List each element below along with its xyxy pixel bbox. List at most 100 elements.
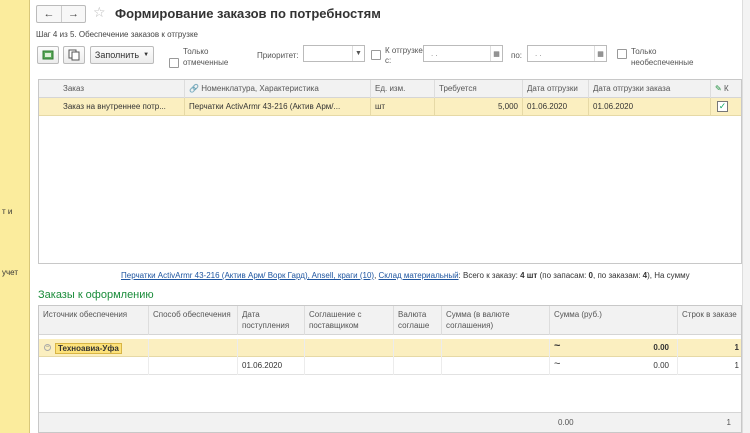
supplier-tag: Техноавиа-Уфа xyxy=(55,343,122,354)
col-order[interactable]: Заказ xyxy=(59,80,185,98)
collapse-icon[interactable]: − xyxy=(44,344,51,351)
cell-required: 5,000 xyxy=(435,98,523,116)
col-check[interactable]: ✎ К xyxy=(711,80,743,98)
only-unsecured-label-2: необеспеченные xyxy=(631,58,694,67)
form-window: ← → ☆ Формирование заказов по потребност… xyxy=(31,0,742,433)
totals-footer: 0.00 1 xyxy=(39,412,741,432)
cell-ship-date: 01.06.2020 xyxy=(523,98,589,116)
cell-sum-currency xyxy=(442,357,550,375)
cell-nomenclature: Перчатки ActivArmr 43-216 (Актив Арм/... xyxy=(185,98,371,116)
fill-dropdown-button[interactable]: Заполнить ▼ xyxy=(90,46,154,64)
section-title: Заказы к оформлению xyxy=(38,289,154,301)
summary-text-1: : Всего к заказу: xyxy=(458,271,521,280)
col-required[interactable]: Требуется xyxy=(435,80,523,98)
only-marked-checkbox[interactable] xyxy=(169,58,179,68)
calendar-icon[interactable]: ▦ xyxy=(490,46,502,61)
summary-total: 4 шт xyxy=(520,271,538,280)
approx-sign: ~ xyxy=(554,340,561,352)
cell-sum-currency xyxy=(442,339,550,357)
cell-sum-rub: ~ 0.00 xyxy=(550,339,678,357)
cell-unit: шт xyxy=(371,98,435,116)
col-lines[interactable]: Строк в заказе xyxy=(678,306,743,335)
dropdown-arrow-icon: ▼ xyxy=(143,52,150,58)
cell-agreement xyxy=(305,357,394,375)
selection-summary: Перчатки ActivArmr 43-216 (Актив Арм/ Во… xyxy=(121,271,690,280)
copy-icon[interactable] xyxy=(63,46,85,64)
orders-to-issue-header: Источник обеспечения Способ обеспечения … xyxy=(39,306,741,335)
detail-row[interactable]: 01.06.2020 ~ 0.00 1 xyxy=(39,357,741,375)
to-date-input[interactable]: . . ▦ xyxy=(527,45,607,62)
title-bar: ← → ☆ Формирование заказов по потребност… xyxy=(31,3,742,25)
only-unsecured-label-1: Только xyxy=(631,47,657,56)
sum-rub-value: 0.00 xyxy=(653,343,669,352)
ship-from-date-value: . . xyxy=(431,49,438,58)
nomenclature-link[interactable]: Перчатки ActivArmr 43-216 (Актив Арм/ Во… xyxy=(121,271,374,280)
col-agreement[interactable]: Соглашение с поставщиком xyxy=(305,306,394,335)
cell-currency xyxy=(394,339,442,357)
cell-source: − Техноавиа-Уфа xyxy=(39,339,149,357)
summary-text-3: , по заказам: xyxy=(593,271,643,280)
refresh-green-icon[interactable] xyxy=(37,46,59,64)
col-unit[interactable]: Ед. изм. xyxy=(371,80,435,98)
cell-order: Заказ на внутреннее потр... xyxy=(59,98,185,116)
favorite-star-icon[interactable]: ☆ xyxy=(93,4,106,21)
only-marked-label-2: отмеченные xyxy=(183,58,229,67)
background-text-1: т и xyxy=(2,207,13,216)
toolbar: Заполнить ▼ Только отмеченные Приоритет:… xyxy=(31,44,742,74)
cell-agreement xyxy=(305,339,394,357)
col-ship-date[interactable]: Дата отгрузки xyxy=(523,80,589,98)
summary-text-2: (по запасам: xyxy=(537,271,589,280)
col-nomenclature[interactable]: 🔗 Номенклатура, Характеристика xyxy=(185,80,371,98)
calendar-icon[interactable]: ▦ xyxy=(594,46,606,61)
cell-lines: 1 xyxy=(734,343,739,352)
cell-receipt-date: 01.06.2020 xyxy=(238,357,305,375)
orders-table: Заказ 🔗 Номенклатура, Характеристика Ед.… xyxy=(38,79,742,264)
footer-sum-rub: 0.00 xyxy=(558,418,574,427)
row-checkbox-checked[interactable]: ✓ xyxy=(717,101,728,112)
footer-lines: 1 xyxy=(726,418,731,427)
ship-from-date-input[interactable]: . . ▦ xyxy=(423,45,503,62)
col-sum-rub[interactable]: Сумма (руб.) xyxy=(550,306,678,335)
ship-from-checkbox[interactable] xyxy=(371,50,381,60)
cell-receipt-date xyxy=(238,339,305,357)
priority-select[interactable]: ▼ xyxy=(303,45,365,62)
cell-check[interactable]: ✓ xyxy=(711,98,743,116)
cell-method xyxy=(149,357,238,375)
only-marked-label-1: Только xyxy=(183,47,209,56)
group-row[interactable]: − Техноавиа-Уфа ~ 0.00 1 xyxy=(39,339,741,357)
orders-table-header: Заказ 🔗 Номенклатура, Характеристика Ед.… xyxy=(39,80,741,98)
col-sum-currency[interactable]: Сумма (в валюте соглашения) xyxy=(442,306,550,335)
ship-from-label-1: К отгрузке xyxy=(385,46,423,55)
col-currency[interactable]: Валюта соглаше xyxy=(394,306,442,335)
priority-label: Приоритет: xyxy=(257,51,299,60)
ship-from-label-2: с: xyxy=(385,56,392,65)
cell-method xyxy=(149,339,238,357)
to-date-value: . . xyxy=(535,49,542,58)
col-source[interactable]: Источник обеспечения xyxy=(39,306,149,335)
summary-text-4: ), На сумму xyxy=(647,271,690,280)
cell-sum-rub: ~ 0.00 xyxy=(550,357,678,375)
cell-order-ship-date: 01.06.2020 xyxy=(589,98,711,116)
forward-arrow-icon[interactable]: → xyxy=(60,6,85,22)
pencil-icon: ✎ xyxy=(715,84,722,93)
col-order-ship-date[interactable]: Дата отгрузки заказа xyxy=(589,80,711,98)
orders-to-issue-table: Источник обеспечения Способ обеспечения … xyxy=(38,305,742,433)
fill-button-label: Заполнить xyxy=(94,50,140,60)
vertical-scrollbar[interactable] xyxy=(742,0,750,433)
step-indicator: Шаг 4 из 5. Обеспечение заказов к отгруз… xyxy=(36,30,198,39)
nav-buttons: ← → xyxy=(36,5,86,23)
col-nomenclature-label: Номенклатура, Характеристика xyxy=(201,84,319,93)
cell-source xyxy=(39,357,149,375)
only-unsecured-checkbox[interactable] xyxy=(617,49,627,59)
col-method[interactable]: Способ обеспечения xyxy=(149,306,238,335)
col-check-label: К xyxy=(723,84,729,93)
priority-dropdown-icon[interactable]: ▼ xyxy=(352,46,364,61)
cell-lines: 1 xyxy=(734,361,739,370)
table-row[interactable]: Заказ на внутреннее потр... Перчатки Act… xyxy=(39,98,741,116)
background-window-strip: т и учет xyxy=(0,0,30,433)
page-title: Формирование заказов по потребностям xyxy=(115,6,381,21)
col-receipt-date[interactable]: Дата поступления xyxy=(238,306,305,335)
warehouse-link[interactable]: Склад материальный xyxy=(379,271,459,280)
back-arrow-icon[interactable]: ← xyxy=(37,6,61,22)
to-label: по: xyxy=(511,51,523,60)
